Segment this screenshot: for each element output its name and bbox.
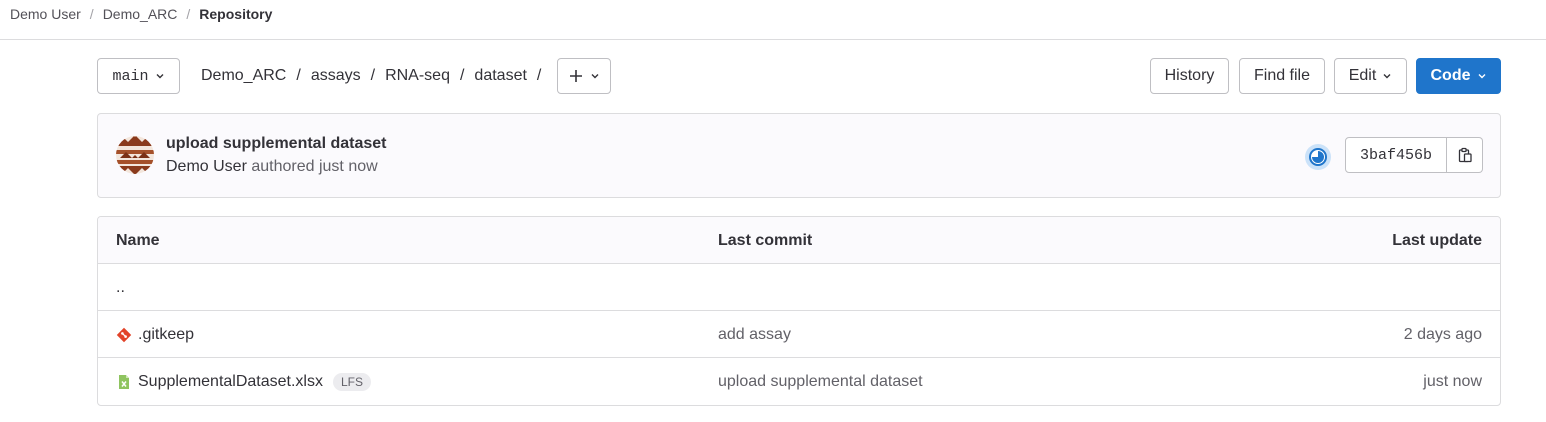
- identicon-avatar-icon: [116, 136, 154, 174]
- table-row[interactable]: .gitkeep add assay 2 days ago: [98, 311, 1500, 358]
- repository-toolbar: main Demo_ARC / assays / RNA-seq / datas…: [97, 58, 1501, 94]
- git-file-icon: [116, 327, 132, 342]
- find-file-button[interactable]: Find file: [1239, 58, 1325, 94]
- chevron-down-icon: [156, 74, 163, 79]
- spreadsheet-file-icon: [119, 374, 129, 389]
- commit-meta: Demo User authored just now: [166, 158, 378, 176]
- lfs-badge: LFS: [332, 372, 371, 391]
- table-row-parent-dir[interactable]: ..: [98, 264, 1500, 311]
- last-update-time: 2 days ago: [1403, 325, 1482, 343]
- chevron-down-icon: [1383, 74, 1391, 79]
- path-segment-project[interactable]: Demo_ARC: [201, 67, 286, 85]
- parent-directory-link[interactable]: ..: [116, 264, 125, 311]
- last-commit-message-link[interactable]: add assay: [718, 311, 791, 358]
- path-segment-assays[interactable]: assays: [311, 67, 361, 85]
- code-label: Code: [1430, 67, 1471, 84]
- column-header-last-update: Last update: [1392, 231, 1482, 249]
- commit-sha-group: 3baf456b: [1345, 137, 1483, 173]
- last-update-time: just now: [1423, 372, 1482, 390]
- branch-name: main: [112, 67, 149, 85]
- path-separator: /: [296, 67, 301, 84]
- avatar[interactable]: [116, 136, 154, 174]
- breadcrumb-current[interactable]: Repository: [199, 6, 272, 22]
- breadcrumb-item-user[interactable]: Demo User: [10, 6, 81, 22]
- file-name-cell[interactable]: .gitkeep: [116, 311, 194, 358]
- commit-title-link[interactable]: upload supplemental dataset: [166, 135, 386, 153]
- breadcrumb-separator: /: [186, 6, 191, 22]
- table-row[interactable]: SupplementalDataset.xlsx LFS upload supp…: [98, 358, 1500, 405]
- path-segment-dataset[interactable]: dataset: [474, 67, 526, 85]
- file-name[interactable]: .gitkeep: [138, 326, 194, 344]
- breadcrumb-separator: /: [89, 6, 94, 22]
- path-separator: /: [536, 67, 542, 84]
- path-separator: /: [459, 67, 465, 84]
- branch-selector-button[interactable]: main: [97, 58, 180, 94]
- copy-to-clipboard-icon: [1458, 147, 1472, 163]
- code-dropdown-button[interactable]: Code: [1416, 58, 1501, 94]
- path-segment-rna-seq[interactable]: RNA-seq: [385, 67, 450, 85]
- file-name[interactable]: SupplementalDataset.xlsx: [138, 373, 323, 391]
- breadcrumb: Demo User / Demo_ARC / Repository: [0, 0, 1546, 40]
- table-header: Name Last commit Last update: [98, 217, 1500, 264]
- add-to-tree-button[interactable]: [557, 58, 611, 94]
- file-name-cell[interactable]: SupplementalDataset.xlsx LFS: [116, 358, 371, 405]
- edit-label: Edit: [1348, 67, 1377, 84]
- file-tree-table: Name Last commit Last update .. .gitkeep…: [97, 216, 1501, 406]
- pipeline-running-icon[interactable]: [1304, 143, 1332, 171]
- chevron-down-icon: [1478, 74, 1485, 79]
- edit-dropdown-button[interactable]: Edit: [1334, 58, 1407, 94]
- commit-authored-time: authored just now: [251, 158, 378, 175]
- commit-author-link[interactable]: Demo User: [166, 158, 247, 175]
- path-separator: /: [370, 67, 376, 84]
- chevron-down-icon: [591, 74, 599, 79]
- commit-sha-button[interactable]: 3baf456b: [1345, 137, 1447, 173]
- last-commit-box: upload supplemental dataset Demo User au…: [97, 113, 1501, 198]
- column-header-name: Name: [116, 231, 160, 249]
- copy-sha-button[interactable]: [1447, 137, 1483, 173]
- column-header-last-commit: Last commit: [718, 231, 813, 249]
- breadcrumb-item-project[interactable]: Demo_ARC: [103, 6, 178, 22]
- history-button[interactable]: History: [1150, 58, 1229, 94]
- plus-icon: [570, 70, 582, 82]
- last-commit-message-link[interactable]: upload supplemental dataset: [718, 358, 923, 405]
- file-path: Demo_ARC / assays / RNA-seq / dataset /: [201, 58, 551, 94]
